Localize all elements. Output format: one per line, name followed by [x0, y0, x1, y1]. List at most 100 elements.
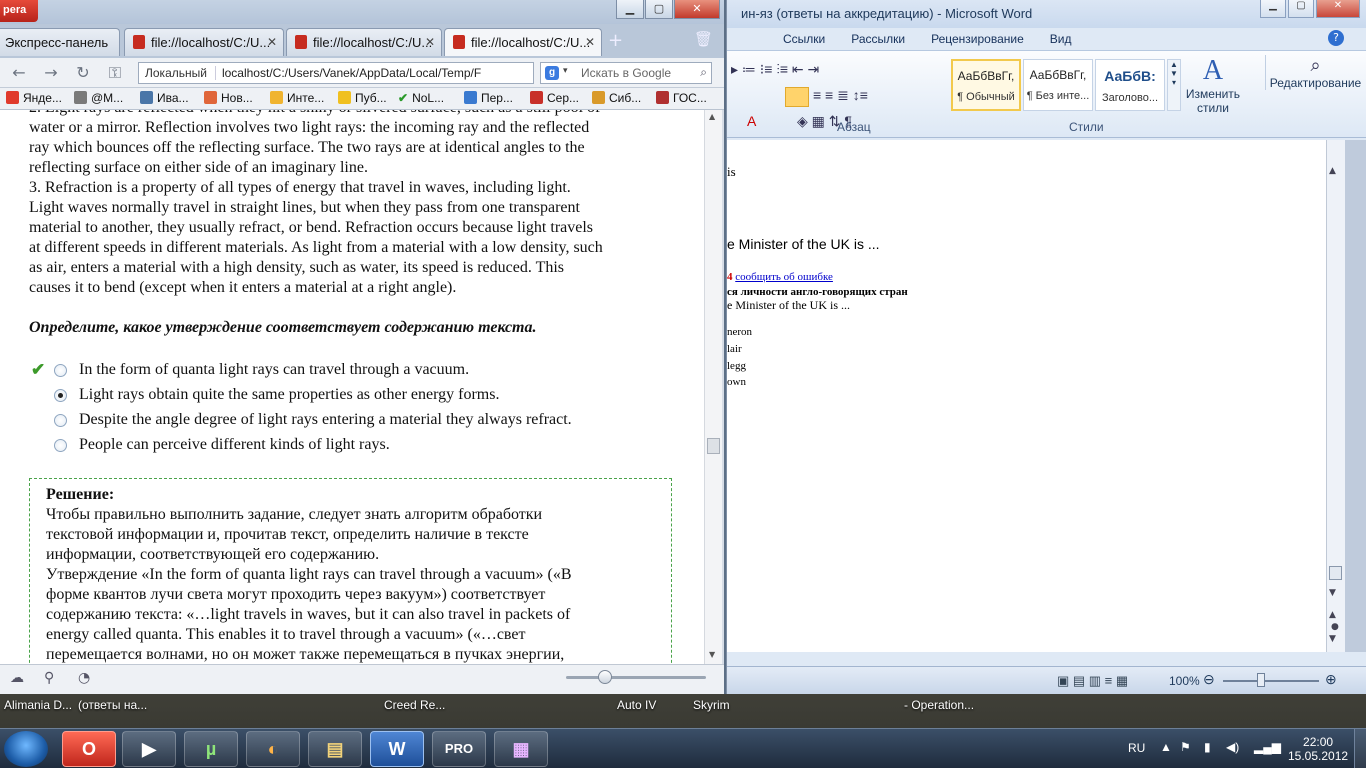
- zoom-slider[interactable]: [1223, 680, 1319, 682]
- cloud-icon[interactable]: ☁: [10, 670, 24, 686]
- desktop-icon-label[interactable]: Auto IV: [617, 698, 656, 712]
- flag-icon[interactable]: ⚑: [1180, 740, 1191, 754]
- desktop-icon-label[interactable]: Creed Re...: [384, 698, 445, 712]
- zoom-slider-knob[interactable]: [1257, 673, 1265, 687]
- winrar-taskbar-button[interactable]: ▦: [494, 731, 548, 767]
- unite-icon[interactable]: ⚲: [44, 670, 54, 686]
- desktop-icon-label[interactable]: (ответы на...: [78, 698, 147, 712]
- turbo-icon[interactable]: ◔: [78, 670, 90, 686]
- answer-text[interactable]: Despite the angle degree of light rays e…: [79, 410, 572, 430]
- opera-menu-button[interactable]: pera: [0, 0, 38, 22]
- network-icon[interactable]: ▂▄▆: [1254, 740, 1281, 754]
- tab-speed-dial[interactable]: Экспресс-панель: [0, 28, 120, 56]
- scroll-up-icon[interactable]: ▲: [1329, 166, 1336, 176]
- bookmark-item[interactable]: Пер...: [464, 91, 513, 105]
- explorer-taskbar-button[interactable]: ▤: [308, 731, 362, 767]
- bookmark-item[interactable]: Нов...: [204, 91, 253, 105]
- tab-file[interactable]: file://localhost/C:/U... ✕: [124, 28, 284, 56]
- zoom-level[interactable]: 100%: [1169, 674, 1200, 688]
- media-player-taskbar-button[interactable]: ▶: [122, 731, 176, 767]
- browser-taskbar-button[interactable]: ◐: [246, 731, 300, 767]
- change-styles-button[interactable]: A Изменить стили: [1185, 55, 1241, 115]
- answer-text[interactable]: In the form of quanta light rays can tra…: [79, 360, 469, 380]
- key-icon[interactable]: ⚿: [104, 63, 126, 83]
- align-left-icon[interactable]: [785, 87, 809, 107]
- bookmark-item[interactable]: Сер...: [530, 91, 579, 105]
- show-hidden-icons[interactable]: ▲: [1160, 740, 1172, 754]
- word-taskbar-button[interactable]: W: [370, 731, 424, 767]
- bookmark-item[interactable]: ✔ NoL...: [398, 91, 444, 105]
- new-tab-icon[interactable]: +: [608, 30, 623, 51]
- security-badge[interactable]: Локальный: [145, 66, 216, 80]
- zoom-out-icon[interactable]: ⊖: [1203, 671, 1215, 688]
- bookmark-item[interactable]: ГОС...: [656, 91, 707, 105]
- desktop-icon-label[interactable]: Alimania D...: [4, 698, 72, 712]
- answer-radio[interactable]: [54, 364, 67, 377]
- zoom-slider-knob[interactable]: [598, 670, 612, 684]
- zoom-slider[interactable]: [566, 676, 706, 679]
- font-color-icon[interactable]: A: [747, 113, 756, 129]
- list-icons[interactable]: ▸ ≔ ⁝≡ ⫶≡ ⇤ ⇥: [731, 61, 819, 78]
- trash-icon[interactable]: 🗑: [694, 30, 713, 48]
- style-heading[interactable]: АаБбВ: Заголово...: [1095, 59, 1165, 111]
- help-icon[interactable]: ?: [1328, 30, 1344, 46]
- search-icon[interactable]: ⌕: [700, 65, 707, 80]
- back-icon[interactable]: ←: [8, 63, 30, 82]
- tab-view[interactable]: Вид: [1050, 32, 1072, 46]
- language-indicator[interactable]: RU: [1128, 741, 1145, 755]
- maximize-icon[interactable]: ▢: [1288, 0, 1314, 18]
- answer-radio-selected[interactable]: [54, 389, 67, 402]
- close-tab-icon[interactable]: ✕: [585, 35, 595, 49]
- word-document[interactable]: is e Minister of the UK is ... 4 сообщит…: [727, 140, 1327, 652]
- search-field[interactable]: g ▾ Искать в Google ⌕: [540, 62, 712, 84]
- answer-text[interactable]: Light rays obtain quite the same propert…: [79, 385, 499, 405]
- tab-file-active[interactable]: file://localhost/C:/U... ✕: [444, 28, 602, 56]
- minimize-icon[interactable]: ▁: [1260, 0, 1286, 18]
- view-mode-icons[interactable]: ▣ ▤ ▥ ≡ ▦: [1057, 673, 1128, 689]
- close-tab-icon[interactable]: ✕: [425, 35, 435, 49]
- bookmark-item[interactable]: Инте...: [270, 91, 324, 105]
- align-icons[interactable]: ≡ ≡ ≣ ↕≡: [813, 87, 868, 104]
- opera-taskbar-button[interactable]: O: [62, 731, 116, 767]
- address-bar[interactable]: Локальный localhost/C:/Users/Vanek/AppDat…: [138, 62, 534, 84]
- minimize-icon[interactable]: ▁: [616, 0, 644, 19]
- chevron-down-icon[interactable]: ▾: [563, 65, 568, 76]
- scroll-down-icon[interactable]: ▼: [1329, 588, 1336, 598]
- close-icon[interactable]: ✕: [1316, 0, 1360, 18]
- scroll-thumb[interactable]: [1329, 566, 1342, 580]
- tab-review[interactable]: Рецензирование: [931, 32, 1024, 46]
- maximize-icon[interactable]: ▢: [645, 0, 673, 19]
- bookmark-item[interactable]: Ива...: [140, 91, 189, 105]
- tab-mailings[interactable]: Рассылки: [851, 32, 905, 46]
- word-vertical-scrollbar[interactable]: ▲ ▼ ▲ ● ▼: [1327, 140, 1345, 652]
- forward-icon[interactable]: →: [40, 63, 62, 82]
- close-icon[interactable]: ✕: [674, 0, 720, 19]
- bookmark-item[interactable]: Пуб...: [338, 91, 387, 105]
- desktop-icon-label[interactable]: Skyrim: [693, 698, 730, 712]
- page-scrollbar[interactable]: ▲ ▼: [704, 110, 722, 664]
- report-error-link[interactable]: сообщить об ошибке: [735, 271, 833, 283]
- style-normal[interactable]: АаБбВвГг, ¶ Обычный: [951, 59, 1021, 111]
- answer-text[interactable]: People can perceive different kinds of l…: [79, 435, 390, 455]
- utorrent-taskbar-button[interactable]: µ: [184, 731, 238, 767]
- answer-radio[interactable]: [54, 414, 67, 427]
- answer-radio[interactable]: [54, 439, 67, 452]
- start-button[interactable]: [4, 731, 48, 767]
- prev-page-icon[interactable]: ▲: [1329, 610, 1336, 620]
- scroll-up-icon[interactable]: ▲: [709, 112, 715, 121]
- close-tab-icon[interactable]: ✕: [267, 35, 277, 49]
- scroll-down-icon[interactable]: ▼: [709, 650, 715, 659]
- zoom-in-icon[interactable]: ⊕: [1325, 671, 1337, 688]
- video-taskbar-button[interactable]: PRO: [432, 731, 486, 767]
- bookmark-item[interactable]: @M...: [74, 91, 123, 105]
- browse-object-icon[interactable]: ●: [1331, 622, 1339, 632]
- scroll-thumb[interactable]: [707, 438, 720, 454]
- editing-button[interactable]: ⌕ Редактирование: [1265, 55, 1365, 90]
- tab-references[interactable]: Ссылки: [783, 32, 825, 46]
- google-icon[interactable]: g: [545, 66, 559, 80]
- bookmark-item[interactable]: Сиб...: [592, 91, 641, 105]
- styles-scroll[interactable]: ▲ ▼ ▾: [1167, 59, 1181, 111]
- volume-icon[interactable]: ◀): [1226, 740, 1239, 754]
- desktop-icon-label[interactable]: - Operation...: [904, 698, 974, 712]
- reload-icon[interactable]: ↻: [72, 63, 94, 82]
